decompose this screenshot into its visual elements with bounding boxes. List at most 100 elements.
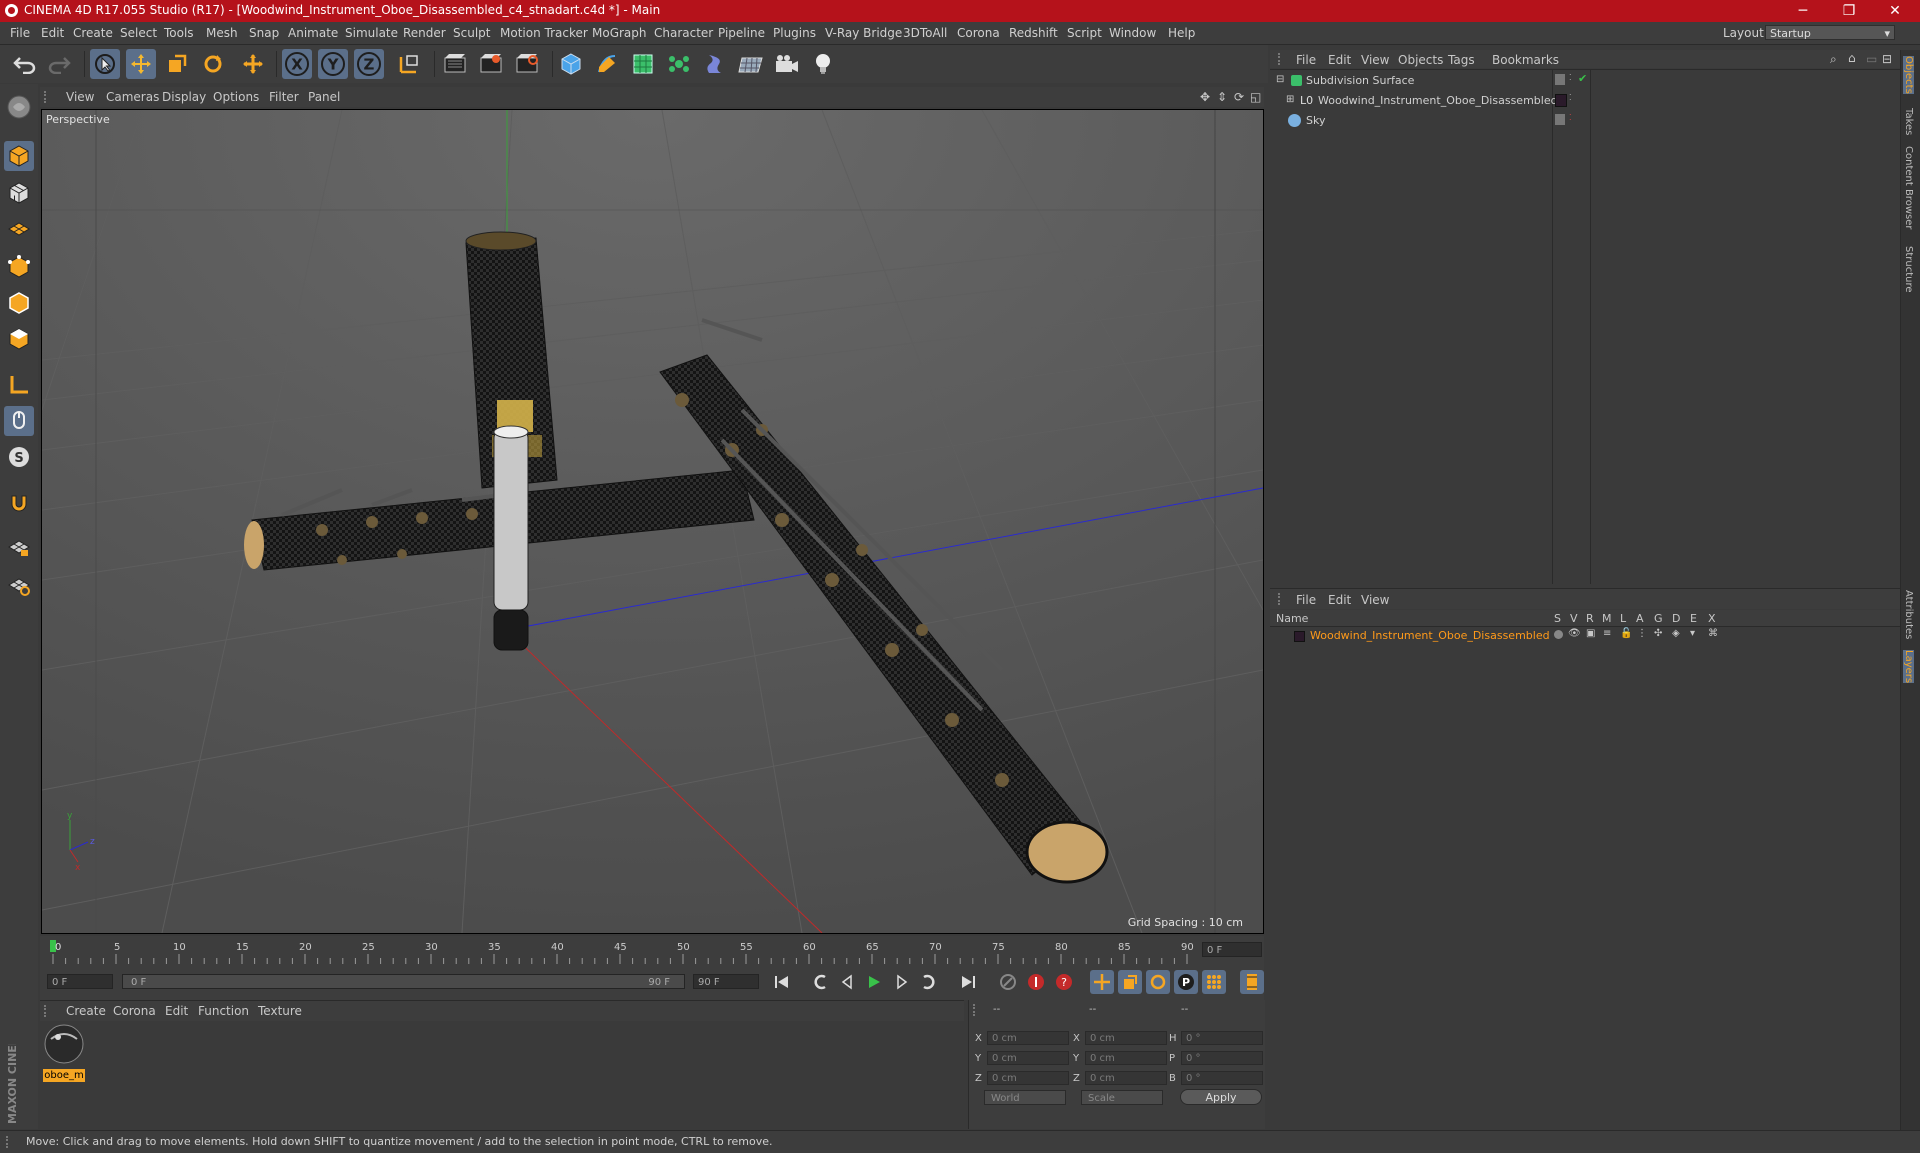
menu-edit[interactable]: Edit bbox=[41, 26, 64, 40]
material-menu-create[interactable]: Create bbox=[66, 1004, 106, 1018]
col-xref[interactable]: X bbox=[1708, 612, 1716, 625]
manager-toggle-icon[interactable]: ≡ bbox=[1603, 628, 1611, 639]
expand-icon[interactable]: ⊞ bbox=[1286, 94, 1294, 105]
viewport-menu-view[interactable]: View bbox=[66, 90, 94, 104]
menu-vray-bridge[interactable]: V-Ray Bridge bbox=[825, 26, 902, 40]
layer-toggle-icon[interactable] bbox=[1555, 114, 1565, 125]
snap-icon[interactable]: S bbox=[4, 442, 34, 472]
model-mode-icon[interactable] bbox=[4, 141, 34, 171]
key-pla-icon[interactable] bbox=[1202, 970, 1226, 994]
timeline-ruler[interactable]: 0 5 10 15 20 25 30 35 40 45 50 55 60 65 … bbox=[40, 936, 1264, 966]
layer-menu-view[interactable]: View bbox=[1361, 593, 1389, 607]
material-menu-edit[interactable]: Edit bbox=[165, 1004, 188, 1018]
menu-help[interactable]: Help bbox=[1168, 26, 1195, 40]
scale-icon[interactable] bbox=[162, 49, 192, 79]
y-axis-icon[interactable]: Y bbox=[318, 49, 348, 79]
menu-select[interactable]: Select bbox=[120, 26, 157, 40]
object-menu-bookmarks[interactable]: Bookmarks bbox=[1492, 53, 1559, 67]
rotate-icon[interactable] bbox=[198, 49, 228, 79]
collapse-icon[interactable]: ⊟ bbox=[1276, 74, 1284, 85]
menu-character[interactable]: Character bbox=[654, 26, 713, 40]
animation-toggle-icon[interactable]: ⋮ bbox=[1637, 628, 1647, 639]
keyframe-selection-icon[interactable] bbox=[996, 970, 1020, 994]
close-button[interactable]: ✕ bbox=[1872, 0, 1918, 22]
render-view-icon[interactable] bbox=[440, 49, 470, 79]
layer-menu-edit[interactable]: Edit bbox=[1328, 593, 1351, 607]
visibility-dots-icon[interactable]: ⁚ bbox=[1569, 113, 1572, 122]
menu-mograph[interactable]: MoGraph bbox=[592, 26, 647, 40]
generators-toggle-icon[interactable]: ✣ bbox=[1654, 628, 1662, 639]
polygons-mode-icon[interactable] bbox=[4, 324, 34, 354]
timeline-window-icon[interactable] bbox=[1240, 970, 1264, 994]
solo-toggle-icon[interactable] bbox=[1554, 630, 1563, 639]
col-solo[interactable]: S bbox=[1554, 612, 1561, 625]
menu-corona[interactable]: Corona bbox=[957, 26, 1000, 40]
visibility-dots-icon[interactable]: ⁚ bbox=[1569, 93, 1572, 102]
select-icon[interactable] bbox=[90, 49, 120, 79]
viewport-menu-cameras[interactable]: Cameras bbox=[106, 90, 159, 104]
goto-start-icon[interactable] bbox=[770, 970, 794, 994]
current-frame-field[interactable]: 0 F bbox=[1202, 942, 1262, 957]
object-menu-view[interactable]: View bbox=[1361, 53, 1389, 67]
key-position-icon[interactable] bbox=[1090, 970, 1114, 994]
pen-icon[interactable] bbox=[592, 49, 622, 79]
material-menu-corona[interactable]: Corona bbox=[113, 1004, 156, 1018]
cloner-icon[interactable] bbox=[664, 49, 694, 79]
object-row-subdivision[interactable]: ⊟ Subdivision Surface ⁚ ✔ bbox=[1270, 71, 1900, 91]
object-row-oboe[interactable]: ⊞ L0 Woodwind_Instrument_Oboe_Disassembl… bbox=[1270, 91, 1900, 111]
pos-y-field[interactable]: 0 cm bbox=[987, 1051, 1069, 1065]
layer-toggle-icon[interactable] bbox=[1555, 74, 1565, 85]
workplane-mode-icon[interactable] bbox=[4, 214, 34, 244]
col-view[interactable]: V bbox=[1570, 612, 1578, 625]
rot-h-field[interactable]: 0 ° bbox=[1181, 1031, 1263, 1045]
viewport-menu-panel[interactable]: Panel bbox=[308, 90, 340, 104]
play-icon[interactable] bbox=[862, 970, 886, 994]
tab-layers[interactable]: Layers bbox=[1903, 650, 1914, 684]
material-menu-texture[interactable]: Texture bbox=[258, 1004, 302, 1018]
pos-z-field[interactable]: 0 cm bbox=[987, 1071, 1069, 1085]
camera-icon[interactable] bbox=[772, 49, 802, 79]
collapse-icon[interactable]: ⊟ bbox=[1882, 52, 1892, 66]
prev-key-icon[interactable] bbox=[808, 970, 832, 994]
key-scale-icon[interactable] bbox=[1118, 970, 1142, 994]
col-deformers[interactable]: D bbox=[1672, 612, 1680, 625]
col-locked[interactable]: L bbox=[1620, 612, 1626, 625]
viewport-menu-options[interactable]: Options bbox=[213, 90, 259, 104]
viewport-dolly-icon[interactable]: ⇕ bbox=[1217, 90, 1227, 104]
render-toggle-icon[interactable]: ▣ bbox=[1586, 628, 1595, 639]
col-render[interactable]: R bbox=[1586, 612, 1594, 625]
auto-key-icon[interactable]: ? bbox=[1052, 970, 1076, 994]
texture-mode-icon[interactable] bbox=[4, 178, 34, 208]
menu-motion-tracker[interactable]: Motion Tracker bbox=[500, 26, 588, 40]
menu-script[interactable]: Script bbox=[1067, 26, 1102, 40]
visibility-dots-icon[interactable]: ⁚ bbox=[1569, 73, 1572, 82]
col-name[interactable]: Name bbox=[1276, 612, 1308, 625]
floor-icon[interactable] bbox=[736, 49, 766, 79]
tab-content-browser[interactable]: Content Browser bbox=[1903, 146, 1914, 229]
menu-plugins[interactable]: Plugins bbox=[773, 26, 816, 40]
menu-sculpt[interactable]: Sculpt bbox=[453, 26, 490, 40]
viewport-maximize-icon[interactable]: ◱ bbox=[1250, 90, 1261, 104]
new-view-icon[interactable]: ▭ bbox=[1866, 52, 1877, 66]
start-frame-field[interactable]: 0 F bbox=[47, 974, 113, 989]
key-rotation-icon[interactable] bbox=[1146, 970, 1170, 994]
axis-mode-icon[interactable] bbox=[4, 370, 34, 400]
object-menu-edit[interactable]: Edit bbox=[1328, 53, 1351, 67]
minimize-button[interactable]: ─ bbox=[1780, 0, 1826, 22]
menu-animate[interactable]: Animate bbox=[288, 26, 338, 40]
layer-color-icon[interactable] bbox=[1555, 94, 1567, 107]
layer-color-icon[interactable] bbox=[1294, 631, 1305, 642]
z-axis-icon[interactable]: Z bbox=[354, 49, 384, 79]
undo-icon[interactable] bbox=[10, 49, 40, 79]
menu-snap[interactable]: Snap bbox=[249, 26, 279, 40]
size-mode-select[interactable]: Scale bbox=[1081, 1090, 1163, 1105]
home-icon[interactable]: ⌂ bbox=[1848, 51, 1856, 65]
move-icon[interactable] bbox=[126, 49, 156, 79]
menu-pipeline[interactable]: Pipeline bbox=[718, 26, 765, 40]
viewport-menu-filter[interactable]: Filter bbox=[269, 90, 299, 104]
render-picture-icon[interactable] bbox=[476, 49, 506, 79]
viewport-rotate-icon[interactable]: ⟳ bbox=[1234, 90, 1244, 104]
tab-attributes[interactable]: Attributes bbox=[1903, 590, 1914, 639]
search-icon[interactable]: ⌕ bbox=[1830, 52, 1837, 67]
coord-system-select[interactable]: World bbox=[984, 1090, 1066, 1105]
